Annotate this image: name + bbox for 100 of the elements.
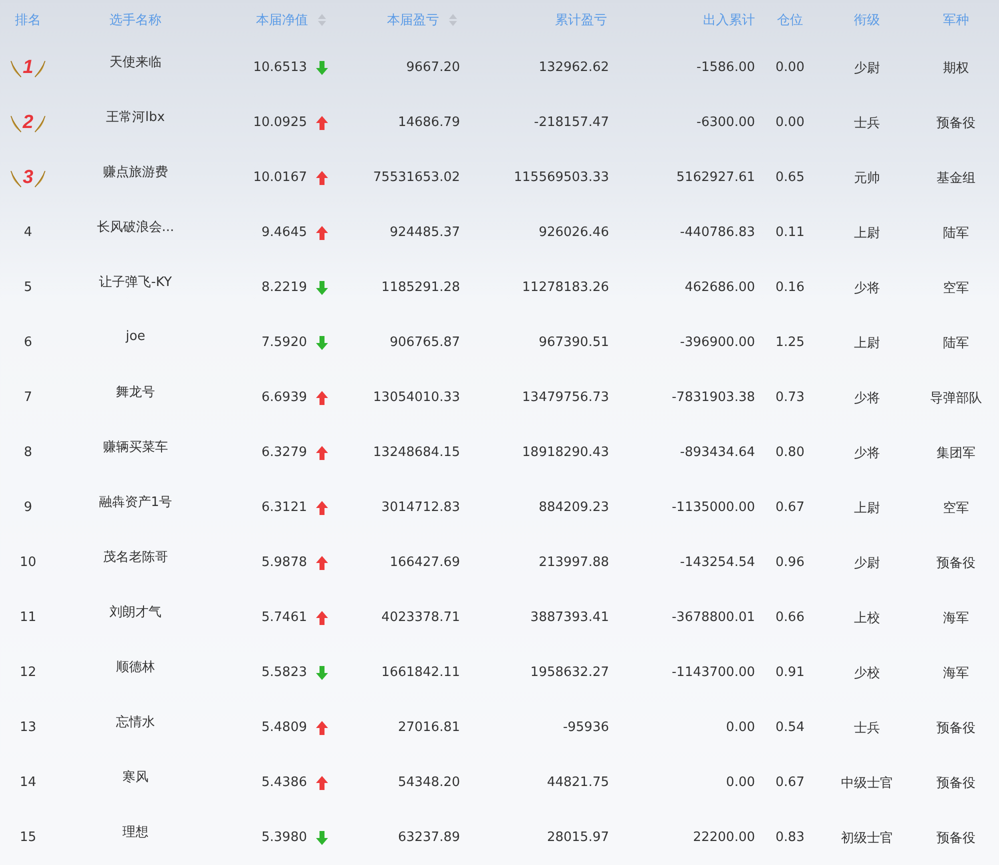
branch-label: 海军 xyxy=(943,664,969,682)
rank-number: 10 xyxy=(20,555,36,570)
net-value: 5.9878 xyxy=(262,555,307,570)
rank-number: 1 xyxy=(22,56,34,78)
player-name: 刘朗才气 xyxy=(110,604,162,620)
position-value: 0.54 xyxy=(776,720,804,735)
branch-label: 陆军 xyxy=(943,334,969,352)
cash-flow-value: 5162927.61 xyxy=(676,170,755,185)
net-value: 6.3279 xyxy=(262,445,307,460)
position-value: 0.00 xyxy=(776,115,804,130)
position-value: 0.16 xyxy=(776,280,804,295)
sort-icon[interactable] xyxy=(318,14,326,26)
column-header: 军种 xyxy=(943,12,969,29)
net-value: 5.4809 xyxy=(262,720,307,735)
total-profit-value: 967390.51 xyxy=(538,335,609,350)
total-profit-value: -218157.47 xyxy=(534,115,609,130)
total-profit-value: 44821.75 xyxy=(546,775,609,790)
rank-number: 15 xyxy=(20,830,36,845)
total-profit-value: 132962.62 xyxy=(538,60,609,75)
net-value: 5.3980 xyxy=(262,830,307,845)
net-value: 5.4386 xyxy=(262,775,307,790)
rank-number: 8 xyxy=(24,445,32,460)
net-value: 6.3121 xyxy=(262,500,307,515)
cash-flow-value: -143254.54 xyxy=(680,555,755,570)
net-value: 10.0925 xyxy=(253,115,307,130)
position-value: 0.67 xyxy=(776,775,804,790)
column-header[interactable]: 本届盈亏 xyxy=(387,11,439,29)
profit-value: 924485.37 xyxy=(390,225,460,240)
player-name: 顺德林 xyxy=(116,658,155,676)
cash-flow-value: -440786.83 xyxy=(680,225,755,240)
net-value: 10.6513 xyxy=(253,60,307,75)
position-value: 0.73 xyxy=(776,390,804,405)
rank-number: 5 xyxy=(24,280,32,295)
player-name: 天使来临 xyxy=(110,54,162,70)
branch-label: 导弹部队 xyxy=(930,390,982,406)
rank-title: 上校 xyxy=(854,610,880,626)
profit-value: 1185291.28 xyxy=(381,280,460,295)
profit-value: 166427.69 xyxy=(390,555,460,570)
rank-number: 13 xyxy=(20,720,36,735)
rank-number: 12 xyxy=(20,665,36,680)
cash-flow-value: -396900.00 xyxy=(680,335,755,350)
position-value: 0.91 xyxy=(776,665,804,680)
rank-title: 少将 xyxy=(854,444,880,462)
total-profit-value: 926026.46 xyxy=(538,225,609,240)
rank-title: 士兵 xyxy=(854,114,880,132)
total-profit-value: 115569503.33 xyxy=(514,170,609,185)
rank-title: 初级士官 xyxy=(841,830,893,846)
rank-number: 3 xyxy=(22,166,34,188)
rank-number: 4 xyxy=(24,225,32,240)
cash-flow-value: 22200.00 xyxy=(692,830,755,845)
cash-flow-value: -7831903.38 xyxy=(672,390,755,405)
player-name: 舞龙号 xyxy=(116,384,155,400)
rank-title: 少将 xyxy=(854,390,880,406)
position-value: 1.25 xyxy=(776,335,804,350)
profit-value: 13054010.33 xyxy=(373,390,460,405)
total-profit-value: 18918290.43 xyxy=(522,445,609,460)
cash-flow-value: -1143700.00 xyxy=(672,665,755,680)
total-profit-value: 213997.88 xyxy=(538,555,609,570)
branch-label: 预备役 xyxy=(936,720,976,736)
rank-number: 9 xyxy=(24,500,32,515)
rank-number: 11 xyxy=(20,610,36,625)
player-name: 理想 xyxy=(122,824,148,840)
profit-value: 13248684.15 xyxy=(373,445,460,460)
cash-flow-value: 462686.00 xyxy=(684,280,755,295)
net-value: 9.4645 xyxy=(262,225,307,240)
cash-flow-value: -1135000.00 xyxy=(672,500,755,515)
rank-title: 少尉 xyxy=(854,554,880,572)
branch-label: 预备役 xyxy=(936,774,976,792)
position-value: 0.66 xyxy=(776,610,804,625)
branch-label: 期权 xyxy=(943,60,969,76)
profit-value: 54348.20 xyxy=(398,775,460,790)
rank-title: 上尉 xyxy=(854,500,880,516)
position-value: 0.11 xyxy=(776,225,804,240)
column-header[interactable]: 本届净值 xyxy=(256,11,308,29)
branch-label: 空军 xyxy=(943,500,969,516)
branch-label: 预备役 xyxy=(936,114,976,132)
rank-number: 2 xyxy=(22,112,34,134)
cash-flow-value: 0.00 xyxy=(726,720,755,735)
rank-title: 上尉 xyxy=(854,334,880,352)
profit-value: 14686.79 xyxy=(398,115,460,130)
sort-icon[interactable] xyxy=(449,14,457,26)
cash-flow-value: -1586.00 xyxy=(696,60,755,75)
player-name: 赚辆买菜车 xyxy=(103,438,168,456)
total-profit-value: 3887393.41 xyxy=(530,610,609,625)
total-profit-value: 13479756.73 xyxy=(522,390,609,405)
total-profit-value: 11278183.26 xyxy=(522,280,609,295)
profit-value: 75531653.02 xyxy=(373,170,460,185)
branch-label: 预备役 xyxy=(936,554,976,572)
column-header: 出入累计 xyxy=(703,12,755,29)
profit-value: 63237.89 xyxy=(398,830,460,845)
player-name: 长风破浪会... xyxy=(96,218,174,236)
column-header: 排名 xyxy=(15,12,41,29)
net-value: 10.0167 xyxy=(253,170,307,185)
rank-title: 中级士官 xyxy=(841,774,893,792)
net-value: 6.6939 xyxy=(262,390,307,405)
total-profit-value: 28015.97 xyxy=(546,830,609,845)
net-value: 8.2219 xyxy=(262,280,307,295)
rank-number: 7 xyxy=(24,390,32,405)
branch-label: 集团军 xyxy=(936,444,976,462)
position-value: 0.67 xyxy=(776,500,804,515)
